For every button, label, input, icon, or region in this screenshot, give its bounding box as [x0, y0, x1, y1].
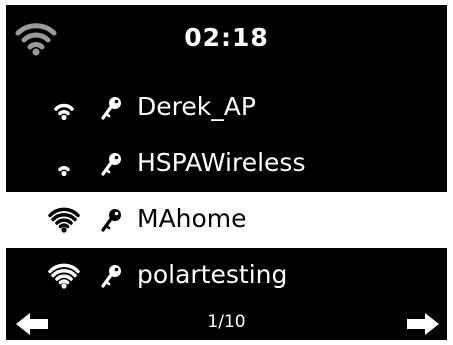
- arrow-right-icon[interactable]: [405, 311, 441, 337]
- key-icon: [101, 97, 121, 120]
- network-row-mahome[interactable]: MAhome: [6, 192, 447, 248]
- network-row-hspawireless[interactable]: HSPAWireless: [6, 136, 447, 192]
- wifi-signal-icon: [54, 103, 74, 121]
- wifi-signal-icon: [58, 166, 70, 177]
- network-ssid: HSPAWireless: [137, 148, 306, 177]
- network-row-polartesting[interactable]: polartesting: [6, 248, 447, 304]
- page-indicator: 1/10: [207, 312, 246, 332]
- footer: 1/10: [6, 304, 447, 340]
- network-row-derek-ap[interactable]: Derek_AP: [6, 80, 447, 136]
- clock: 02:18: [184, 23, 269, 52]
- key-icon: [101, 153, 121, 176]
- wifi-signal-icon: [48, 207, 80, 233]
- network-ssid: MAhome: [137, 204, 247, 233]
- header: 02:18: [6, 5, 447, 80]
- network-ssid: polartesting: [137, 260, 288, 289]
- wifi-signal-icon: [48, 263, 80, 289]
- key-icon: [101, 209, 121, 232]
- key-icon: [101, 265, 121, 288]
- network-list: Derek_AP HSPAWireless MAhome polartestin…: [6, 80, 447, 304]
- device-screen: 02:18 Derek_AP HSPAWireless MAhome polar…: [6, 5, 447, 340]
- network-ssid: Derek_AP: [137, 92, 256, 121]
